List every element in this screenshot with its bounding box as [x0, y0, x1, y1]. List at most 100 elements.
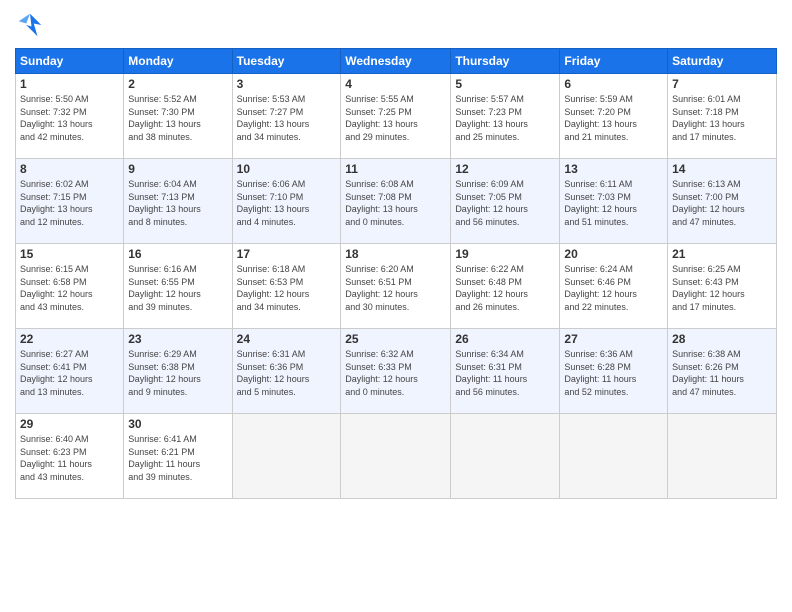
day-info: Sunrise: 5:52 AMSunset: 7:30 PMDaylight:…	[128, 93, 227, 143]
day-number: 11	[345, 162, 446, 176]
calendar-cell: 4Sunrise: 5:55 AMSunset: 7:25 PMDaylight…	[341, 74, 451, 159]
calendar-cell: 8 Sunrise: 6:02 AMSunset: 7:15 PMDaylight…	[16, 159, 124, 244]
day-number: 12	[455, 162, 555, 176]
calendar-cell: 1Sunrise: 5:50 AMSunset: 7:32 PMDaylight…	[16, 74, 124, 159]
calendar-cell: 25 Sunrise: 6:32 AMSunset: 6:33 PMDayligh…	[341, 329, 451, 414]
calendar-page: SundayMondayTuesdayWednesdayThursdayFrid…	[0, 0, 792, 612]
header	[15, 10, 777, 40]
day-info: Sunrise: 6:08 AMSunset: 7:08 PMDaylight:…	[345, 178, 446, 228]
calendar-cell: 20Sunrise: 6:24 AMSunset: 6:46 PMDayligh…	[560, 244, 668, 329]
day-info: Sunrise: 6:04 AMSunset: 7:13 PMDaylight:…	[128, 178, 227, 228]
day-info: Sunrise: 6:20 AMSunset: 6:51 PMDaylight:…	[345, 263, 446, 313]
day-number: 26	[455, 332, 555, 346]
day-number: 18	[345, 247, 446, 261]
calendar-cell: 24 Sunrise: 6:31 AMSunset: 6:36 PMDayligh…	[232, 329, 341, 414]
calendar-cell: 26 Sunrise: 6:34 AMSunset: 6:31 PMDayligh…	[451, 329, 560, 414]
calendar-cell: 29Sunrise: 6:40 AMSunset: 6:23 PMDayligh…	[16, 414, 124, 499]
logo	[15, 10, 49, 40]
day-number: 30	[128, 417, 227, 431]
day-info: Sunrise: 6:13 AMSunset: 7:00 PMDaylight:…	[672, 178, 772, 228]
day-number: 28	[672, 332, 772, 346]
calendar-cell: 17Sunrise: 6:18 AMSunset: 6:53 PMDayligh…	[232, 244, 341, 329]
week-row-5: 29Sunrise: 6:40 AMSunset: 6:23 PMDayligh…	[16, 414, 777, 499]
calendar-cell	[668, 414, 777, 499]
calendar-cell: 5 Sunrise: 5:57 AMSunset: 7:23 PMDaylight…	[451, 74, 560, 159]
calendar-cell: 15 Sunrise: 6:15 AMSunset: 6:58 PMDayligh…	[16, 244, 124, 329]
calendar-cell: 11 Sunrise: 6:08 AMSunset: 7:08 PMDayligh…	[341, 159, 451, 244]
calendar-cell	[341, 414, 451, 499]
calendar-cell	[451, 414, 560, 499]
col-header-thursday: Thursday	[451, 49, 560, 74]
day-info: Sunrise: 6:22 AMSunset: 6:48 PMDaylight:…	[455, 263, 555, 313]
day-info: Sunrise: 6:27 AMSunset: 6:41 PMDaylight:…	[20, 348, 119, 398]
day-number: 8	[20, 162, 119, 176]
day-number: 13	[564, 162, 663, 176]
day-info: Sunrise: 6:06 AMSunset: 7:10 PMDaylight:…	[237, 178, 337, 228]
logo-icon	[15, 10, 45, 40]
day-number: 24	[237, 332, 337, 346]
day-info: Sunrise: 6:32 AMSunset: 6:33 PMDaylight:…	[345, 348, 446, 398]
week-row-1: 1Sunrise: 5:50 AMSunset: 7:32 PMDaylight…	[16, 74, 777, 159]
calendar-table: SundayMondayTuesdayWednesdayThursdayFrid…	[15, 48, 777, 499]
day-number: 15	[20, 247, 119, 261]
day-info: Sunrise: 5:59 AMSunset: 7:20 PMDaylight:…	[564, 93, 663, 143]
day-info: Sunrise: 6:41 AMSunset: 6:21 PMDaylight:…	[128, 433, 227, 483]
day-number: 5	[455, 77, 555, 91]
day-number: 3	[237, 77, 337, 91]
day-info: Sunrise: 5:53 AMSunset: 7:27 PMDaylight:…	[237, 93, 337, 143]
day-info: Sunrise: 5:55 AMSunset: 7:25 PMDaylight:…	[345, 93, 446, 143]
header-row: SundayMondayTuesdayWednesdayThursdayFrid…	[16, 49, 777, 74]
week-row-3: 15 Sunrise: 6:15 AMSunset: 6:58 PMDayligh…	[16, 244, 777, 329]
week-row-2: 8 Sunrise: 6:02 AMSunset: 7:15 PMDaylight…	[16, 159, 777, 244]
day-info: Sunrise: 6:38 AMSunset: 6:26 PMDaylight:…	[672, 348, 772, 398]
day-info: Sunrise: 6:31 AMSunset: 6:36 PMDaylight:…	[237, 348, 337, 398]
calendar-cell: 27 Sunrise: 6:36 AMSunset: 6:28 PMDayligh…	[560, 329, 668, 414]
calendar-cell: 30 Sunrise: 6:41 AMSunset: 6:21 PMDayligh…	[124, 414, 232, 499]
day-number: 25	[345, 332, 446, 346]
day-number: 21	[672, 247, 772, 261]
day-number: 22	[20, 332, 119, 346]
calendar-cell	[560, 414, 668, 499]
day-info: Sunrise: 6:34 AMSunset: 6:31 PMDaylight:…	[455, 348, 555, 398]
day-number: 14	[672, 162, 772, 176]
calendar-cell: 16Sunrise: 6:16 AMSunset: 6:55 PMDayligh…	[124, 244, 232, 329]
col-header-sunday: Sunday	[16, 49, 124, 74]
day-info: Sunrise: 6:24 AMSunset: 6:46 PMDaylight:…	[564, 263, 663, 313]
day-info: Sunrise: 6:09 AMSunset: 7:05 PMDaylight:…	[455, 178, 555, 228]
day-info: Sunrise: 6:36 AMSunset: 6:28 PMDaylight:…	[564, 348, 663, 398]
calendar-cell: 12 Sunrise: 6:09 AMSunset: 7:05 PMDayligh…	[451, 159, 560, 244]
day-info: Sunrise: 6:01 AMSunset: 7:18 PMDaylight:…	[672, 93, 772, 143]
calendar-cell: 13 Sunrise: 6:11 AMSunset: 7:03 PMDayligh…	[560, 159, 668, 244]
calendar-cell: 19 Sunrise: 6:22 AMSunset: 6:48 PMDayligh…	[451, 244, 560, 329]
col-header-wednesday: Wednesday	[341, 49, 451, 74]
day-info: Sunrise: 6:40 AMSunset: 6:23 PMDaylight:…	[20, 433, 119, 483]
week-row-4: 22 Sunrise: 6:27 AMSunset: 6:41 PMDayligh…	[16, 329, 777, 414]
day-info: Sunrise: 6:15 AMSunset: 6:58 PMDaylight:…	[20, 263, 119, 313]
calendar-cell: 9Sunrise: 6:04 AMSunset: 7:13 PMDaylight…	[124, 159, 232, 244]
col-header-monday: Monday	[124, 49, 232, 74]
day-number: 19	[455, 247, 555, 261]
day-info: Sunrise: 6:25 AMSunset: 6:43 PMDaylight:…	[672, 263, 772, 313]
day-number: 2	[128, 77, 227, 91]
day-info: Sunrise: 5:57 AMSunset: 7:23 PMDaylight:…	[455, 93, 555, 143]
day-number: 6	[564, 77, 663, 91]
day-info: Sunrise: 6:11 AMSunset: 7:03 PMDaylight:…	[564, 178, 663, 228]
calendar-cell: 14 Sunrise: 6:13 AMSunset: 7:00 PMDayligh…	[668, 159, 777, 244]
calendar-cell: 21 Sunrise: 6:25 AMSunset: 6:43 PMDayligh…	[668, 244, 777, 329]
day-info: Sunrise: 6:29 AMSunset: 6:38 PMDaylight:…	[128, 348, 227, 398]
calendar-cell: 2 Sunrise: 5:52 AMSunset: 7:30 PMDaylight…	[124, 74, 232, 159]
calendar-cell: 22 Sunrise: 6:27 AMSunset: 6:41 PMDayligh…	[16, 329, 124, 414]
day-number: 17	[237, 247, 337, 261]
calendar-cell: 18 Sunrise: 6:20 AMSunset: 6:51 PMDayligh…	[341, 244, 451, 329]
col-header-saturday: Saturday	[668, 49, 777, 74]
calendar-cell: 28 Sunrise: 6:38 AMSunset: 6:26 PMDayligh…	[668, 329, 777, 414]
day-number: 23	[128, 332, 227, 346]
col-header-tuesday: Tuesday	[232, 49, 341, 74]
calendar-cell	[232, 414, 341, 499]
day-number: 16	[128, 247, 227, 261]
day-number: 1	[20, 77, 119, 91]
calendar-cell: 3 Sunrise: 5:53 AMSunset: 7:27 PMDaylight…	[232, 74, 341, 159]
day-number: 27	[564, 332, 663, 346]
calendar-cell: 6 Sunrise: 5:59 AMSunset: 7:20 PMDaylight…	[560, 74, 668, 159]
day-info: Sunrise: 6:02 AMSunset: 7:15 PMDaylight:…	[20, 178, 119, 228]
